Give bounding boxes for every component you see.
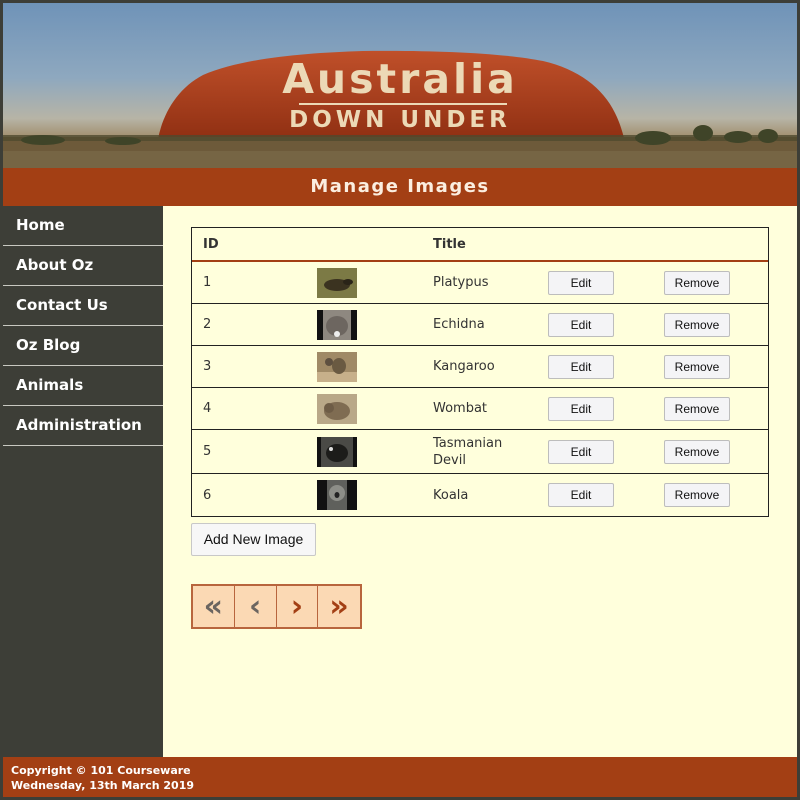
title-divider [299,103,507,105]
footer: Copyright © 101 Courseware Wednesday, 13… [3,757,797,797]
wombat-thumbnail [317,393,357,424]
row-title: Koala [433,487,469,503]
next-page-button[interactable]: › [277,586,319,627]
table-row: 2 Echidna Edit Remove [192,304,768,346]
sidebar-item-administration[interactable]: Administration [3,406,163,446]
header-title: Title [433,236,466,252]
page-title: Manage Images [3,168,797,206]
platypus-thumbnail [317,267,357,298]
table-row: 5 Tasmanian Devil Edit Remove [192,430,768,474]
table-row: 4 Wombat Edit Remove [192,388,768,430]
add-new-image-button[interactable]: Add New Image [191,523,316,556]
previous-page-button[interactable]: ‹ [235,586,277,627]
koala-thumbnail [317,480,357,510]
copyright-text: Copyright © 101 Courseware [11,764,191,777]
images-table: ID Title 1 Platypus Edit Remove 2 Echidn… [191,227,769,517]
sidebar-nav: Home About Oz Contact Us Oz Blog Animals… [3,206,163,757]
remove-button[interactable]: Remove [664,483,730,507]
table-row: 1 Platypus Edit Remove [192,262,768,304]
edit-button[interactable]: Edit [548,439,614,464]
edit-button[interactable]: Edit [548,483,614,507]
edit-button[interactable]: Edit [548,312,614,337]
main-content: ID Title 1 Platypus Edit Remove 2 Echidn… [163,206,797,757]
row-id: 4 [203,401,212,416]
footer-date: Wednesday, 13th March 2019 [11,779,195,792]
last-page-button[interactable]: » [318,586,360,627]
row-title: Wombat [433,401,488,416]
row-id: 3 [203,359,212,374]
sidebar-item-animals[interactable]: Animals [3,366,163,406]
sidebar-item-home[interactable]: Home [3,206,163,246]
row-id: 6 [203,487,212,503]
remove-button[interactable]: Remove [664,270,730,295]
kangaroo-thumbnail [317,351,357,382]
sidebar-item-contact-us[interactable]: Contact Us [3,286,163,326]
tasmanian-devil-thumbnail [317,436,357,467]
sidebar-item-oz-blog[interactable]: Oz Blog [3,326,163,366]
row-title: Platypus [433,275,489,290]
edit-button[interactable]: Edit [548,354,614,379]
table-row: 6 Koala Edit Remove [192,474,768,516]
row-title: Echidna [433,317,485,332]
first-page-button[interactable]: « [193,586,235,627]
site-subtitle: DOWN UNDER [289,107,511,133]
remove-button[interactable]: Remove [664,354,730,379]
remove-button[interactable]: Remove [664,396,730,421]
echidna-thumbnail [317,309,357,340]
sidebar-item-about-oz[interactable]: About Oz [3,246,163,286]
edit-button[interactable]: Edit [548,396,614,421]
row-id: 1 [203,275,212,290]
header-id: ID [203,236,219,252]
row-title: Tasmanian Devil [433,435,503,468]
table-row: 3 Kangaroo Edit Remove [192,346,768,388]
remove-button[interactable]: Remove [664,312,730,337]
header-banner: Australia DOWN UNDER [3,3,797,168]
row-id: 2 [203,317,212,332]
site-title: Australia [282,55,518,103]
edit-button[interactable]: Edit [548,270,614,295]
table-header-row: ID Title [192,228,768,262]
pagination: « ‹ › » [191,584,362,629]
row-id: 5 [203,444,212,459]
row-title: Kangaroo [433,359,495,374]
remove-button[interactable]: Remove [664,439,730,464]
